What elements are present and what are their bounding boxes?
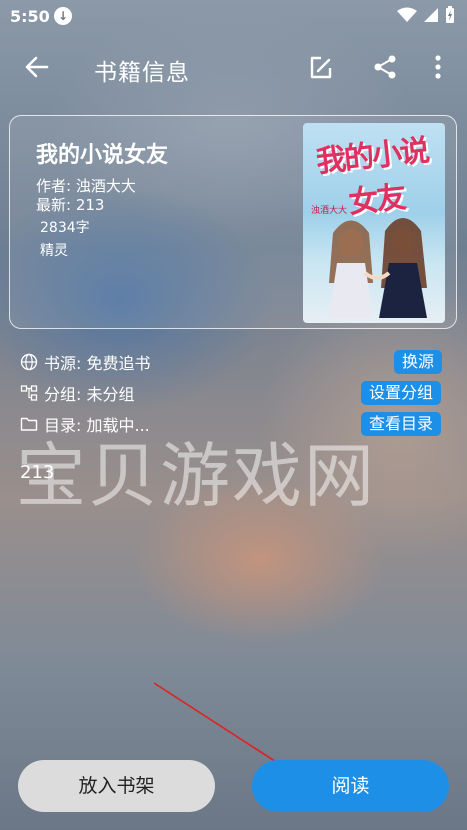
group-icon [20, 385, 38, 401]
status-time: 5:50 [10, 7, 50, 26]
group-row: 分组: 未分组 [20, 381, 134, 405]
battery-icon [446, 6, 454, 23]
book-word-count: 2834字 [40, 220, 90, 236]
source-row: 书源: 免费追书 [20, 350, 150, 374]
set-group-button[interactable]: 设置分组 [361, 381, 442, 405]
wifi-icon [397, 7, 417, 22]
book-title: 我的小说女友 [36, 143, 169, 168]
cover-illustration [329, 218, 427, 318]
group-label: 分组: 未分组 [44, 385, 135, 404]
read-button[interactable]: 阅读 [252, 760, 449, 812]
download-icon: ↓ [54, 7, 72, 25]
book-latest: 最新: 213 [36, 196, 105, 214]
more-vertical-icon[interactable] [428, 54, 448, 80]
book-cover[interactable]: 我的小说女友 浊酒大大 [303, 123, 445, 323]
system-icons [397, 6, 455, 24]
globe-icon [20, 353, 38, 371]
edit-icon[interactable] [308, 55, 334, 81]
change-source-button[interactable]: 换源 [394, 350, 443, 374]
status-bar: 5:50 ↓ [0, 0, 467, 32]
book-author: 作者: 浊酒大大 [36, 177, 136, 195]
back-arrow-icon[interactable] [22, 52, 52, 82]
signal-icon [424, 8, 438, 22]
page-title: 书籍信息 [94, 60, 190, 86]
share-icon[interactable] [372, 54, 398, 80]
add-to-shelf-button[interactable]: 放入书架 [18, 760, 215, 812]
book-info-card: 我的小说女友 作者: 浊酒大大 最新: 213 2834字 精灵 我的小说女友 … [9, 115, 457, 329]
source-label: 书源: 免费追书 [44, 354, 151, 373]
book-category: 精灵 [40, 243, 68, 259]
app-bar: 书籍信息 [0, 40, 467, 96]
watermark-text: 宝贝游戏网 [16, 435, 376, 517]
